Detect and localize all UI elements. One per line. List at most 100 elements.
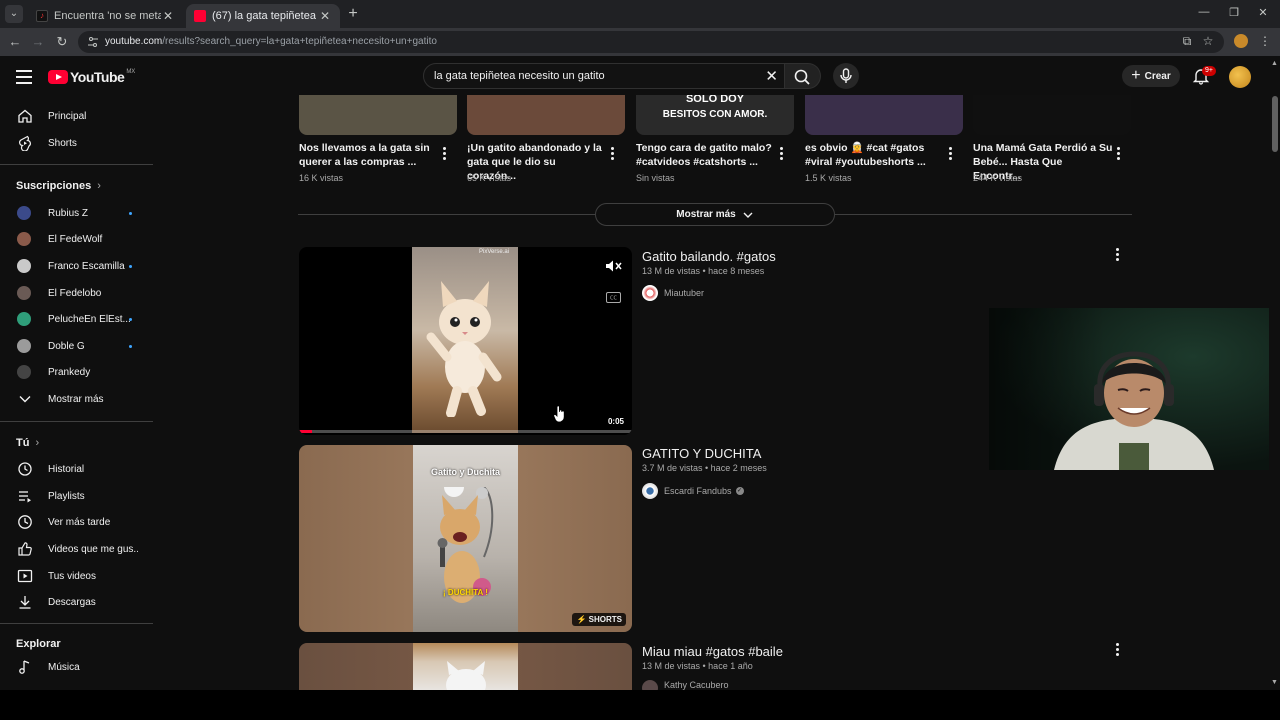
sidebar-item-label: El Fedelobo <box>48 287 102 299</box>
sidebar-item-label: Tus videos <box>48 570 96 582</box>
page-scrollbar-thumb[interactable] <box>1272 96 1278 152</box>
close-window-icon[interactable]: ✕ <box>1255 6 1271 19</box>
scroll-down-arrow-icon[interactable]: ▼ <box>1271 679 1278 686</box>
video-thumbnail-2[interactable]: Gatito y Duchita ¡ DUCHITA ! ⚡ SHORTS <box>299 445 632 632</box>
profile-icon[interactable] <box>1234 34 1248 48</box>
new-tab-button[interactable]: + <box>346 5 360 23</box>
reload-icon[interactable]: ↻ <box>54 34 70 50</box>
more-actions-icon[interactable] <box>949 147 953 162</box>
thumbnail-caption-top: Gatito y Duchita <box>430 467 500 477</box>
more-actions-icon[interactable] <box>1116 643 1120 658</box>
sidebar-subscription-0[interactable]: Rubius Z <box>0 200 153 226</box>
video-thumbnail-1[interactable]: PixVerse.ai CC 0:05 <box>299 247 632 435</box>
sidebar-item-downloads[interactable]: Descargas <box>0 589 153 615</box>
short-thumbnail-1[interactable] <box>467 95 625 135</box>
more-actions-icon[interactable] <box>780 147 784 162</box>
create-label: Crear <box>1144 70 1171 82</box>
more-actions-icon[interactable] <box>1117 147 1121 162</box>
channel-name[interactable]: Miautuber <box>664 288 704 298</box>
sidebar-subscription-2[interactable]: Franco Escamilla <box>0 253 153 279</box>
mute-icon[interactable] <box>605 259 623 273</box>
address-bar[interactable]: youtube.com/results?search_query=la+gata… <box>78 31 1224 53</box>
url-host: youtube.com <box>105 36 163 47</box>
short-thumbnail-4[interactable] <box>973 95 1131 135</box>
video-title-1[interactable]: Gatito bailando. #gatos <box>642 249 776 264</box>
sidebar-item-playlists[interactable]: Playlists <box>0 483 153 509</box>
logo-text: YouTube <box>70 69 125 85</box>
channel-link-1[interactable]: Miautuber <box>642 285 704 301</box>
show-more-label: Mostrar más <box>676 209 736 220</box>
show-more-button[interactable]: Mostrar más <box>595 203 835 226</box>
short-title[interactable]: Tengo cara de gatito malo? #catvideos #c… <box>636 141 776 169</box>
you-header[interactable]: Tú › <box>16 437 39 449</box>
sidebar-item-principal[interactable]: Principal <box>0 103 153 129</box>
short-thumbnail-2[interactable]: SOLO DOY BESITOS CON AMOR. <box>636 95 794 135</box>
tab-search-menu-button[interactable]: ⌄ <box>5 5 23 23</box>
bookmark-star-icon[interactable]: ☆ <box>1201 34 1215 48</box>
short-thumbnail-0[interactable] <box>299 95 457 135</box>
channel-link-3[interactable]: Kathy Cacubero <box>642 680 729 690</box>
more-actions-icon[interactable] <box>443 147 447 162</box>
sidebar-item-shorts[interactable]: Shorts <box>0 130 153 156</box>
svg-text:CC: CC <box>610 296 617 302</box>
clear-search-icon[interactable]: ✕ <box>765 67 778 85</box>
back-icon[interactable]: ← <box>7 34 23 50</box>
more-actions-icon[interactable] <box>1116 248 1120 263</box>
search-input[interactable]: la gata tepiñetea necesito un gatito <box>434 70 605 82</box>
plus-icon: + <box>1131 67 1141 84</box>
search-box[interactable]: la gata tepiñetea necesito un gatito ✕ <box>423 63 785 89</box>
short-title[interactable]: Nos llevamos a la gata sin querer a las … <box>299 141 439 169</box>
video-title-2[interactable]: GATITO Y DUCHITA <box>642 446 761 461</box>
video-title-3[interactable]: Miau miau #gatos #baile <box>642 644 783 659</box>
url-path: /results?search_query=la+gata+tepiñetea+… <box>162 36 437 47</box>
channel-avatar[interactable] <box>642 285 658 301</box>
search-button[interactable] <box>785 63 821 89</box>
short-title[interactable]: es obvio 🧝 #cat #gatos #viral #youtubesh… <box>805 141 945 169</box>
browser-tab-2-active[interactable]: (67) la gata tepiñetea necesito un gatit… <box>186 4 340 28</box>
sidebar-subscription-3[interactable]: El Fedelobo <box>0 280 153 306</box>
create-button[interactable]: + Crear <box>1122 65 1180 87</box>
closed-captions-icon[interactable]: CC <box>606 292 621 303</box>
sidebar-item-watch-later[interactable]: Ver más tarde <box>0 509 153 535</box>
youtube-logo[interactable]: YouTube MX <box>48 69 135 85</box>
more-actions-icon[interactable] <box>611 147 615 162</box>
playlists-icon <box>19 491 31 503</box>
progress-track[interactable] <box>299 430 632 433</box>
liked-icon <box>18 542 32 556</box>
close-tab-icon[interactable]: ✕ <box>318 9 332 23</box>
account-avatar[interactable] <box>1229 66 1251 88</box>
menu-hamburger-icon[interactable] <box>16 70 32 84</box>
sidebar-subscription-4[interactable]: PelucheEn ElEst... <box>0 306 153 332</box>
short-thumbnail-3[interactable] <box>805 95 963 135</box>
video-thumbnail-3[interactable] <box>299 643 632 690</box>
sidebar-item-your-videos[interactable]: Tus videos <box>0 563 153 589</box>
install-app-icon[interactable]: ⧉ <box>1180 34 1194 48</box>
sidebar-item-historial[interactable]: Historial <box>0 456 153 482</box>
browser-menu-icon[interactable]: ⋮ <box>1258 34 1272 48</box>
browser-tab-1[interactable]: ♪ Encuentra 'no se metan en mi v ✕ <box>28 4 183 28</box>
chevron-right-icon: › <box>35 437 40 449</box>
sidebar-subscription-5[interactable]: Doble G <box>0 333 153 359</box>
minimize-icon[interactable]: — <box>1196 6 1212 18</box>
close-tab-icon[interactable]: ✕ <box>161 9 175 23</box>
channel-avatar[interactable] <box>642 680 658 690</box>
channel-name[interactable]: Kathy Cacubero <box>664 680 729 690</box>
video-duration: 0:05 <box>607 417 624 426</box>
sidebar-item-music[interactable]: Música <box>0 654 153 680</box>
sidebar-subscription-1[interactable]: El FedeWolf <box>0 226 153 252</box>
sidebar-item-liked-videos[interactable]: Videos que me gus... <box>0 536 153 562</box>
voice-search-button[interactable] <box>833 63 859 89</box>
channel-name[interactable]: Escardi Fandubs <box>664 486 732 496</box>
channel-link-2[interactable]: Escardi Fandubs ✓ <box>642 483 744 499</box>
forward-icon[interactable]: → <box>30 34 46 50</box>
scroll-up-arrow-icon[interactable]: ▲ <box>1271 60 1278 67</box>
short-views: 244 K vistas <box>973 173 1023 183</box>
site-info-icon[interactable] <box>87 36 99 48</box>
sidebar-subscription-6[interactable]: Prankedy <box>0 359 153 385</box>
subscriptions-header[interactable]: Suscripciones › <box>16 180 101 192</box>
channel-avatar[interactable] <box>642 483 658 499</box>
video-meta-3: 13 M de vistas • hace 1 año <box>642 661 753 671</box>
restore-icon[interactable]: ❐ <box>1226 6 1242 19</box>
sidebar-item-label: Videos que me gus... <box>48 543 138 555</box>
sidebar-show-more[interactable]: Mostrar más <box>0 386 153 412</box>
